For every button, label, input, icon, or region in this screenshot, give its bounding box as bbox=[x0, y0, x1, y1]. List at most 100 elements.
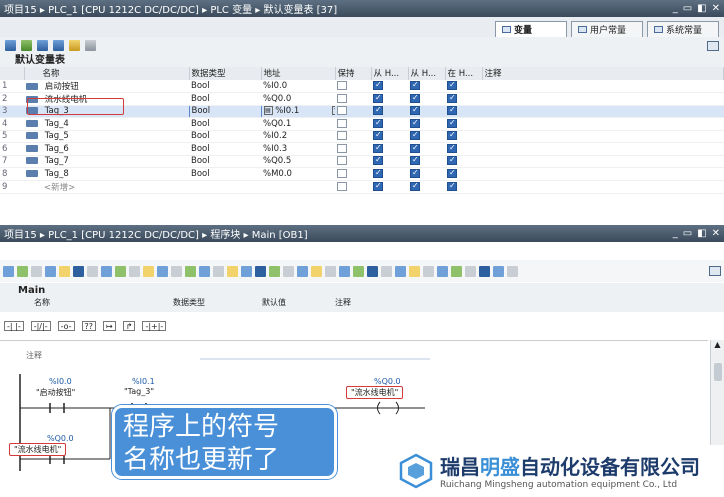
editor-tool-icon[interactable] bbox=[283, 265, 294, 277]
editor-tool-icon[interactable] bbox=[381, 265, 392, 277]
editor-tool-icon[interactable] bbox=[101, 265, 112, 277]
minimize-icon[interactable]: _ bbox=[673, 3, 678, 14]
tag-comment[interactable] bbox=[482, 105, 724, 118]
tag-data-type[interactable]: Bool bbox=[189, 117, 261, 131]
col-comment[interactable]: 注释 bbox=[482, 67, 724, 80]
tag-comment[interactable] bbox=[482, 167, 724, 181]
tag-comment[interactable] bbox=[482, 142, 724, 156]
editor-tool-icon[interactable] bbox=[17, 265, 28, 277]
empty-box-button[interactable]: ?? bbox=[81, 321, 97, 331]
tag-name[interactable]: <新增> bbox=[40, 183, 75, 193]
in-hmi-checkbox[interactable] bbox=[447, 105, 457, 116]
insert-row-icon[interactable] bbox=[21, 40, 32, 51]
tag-name[interactable]: Tag_7 bbox=[41, 156, 69, 166]
type-dropdown-icon[interactable]: ▤ bbox=[263, 106, 273, 116]
retain-checkbox[interactable] bbox=[337, 168, 347, 178]
iface-col-comment[interactable]: 注释 bbox=[335, 297, 351, 308]
tag-comment[interactable] bbox=[482, 180, 724, 194]
coil-symbol[interactable]: "流水线电机" bbox=[346, 386, 404, 399]
col-address[interactable]: 地址 bbox=[261, 67, 336, 80]
tag-address[interactable]: %M0.0 bbox=[263, 169, 292, 179]
retain-checkbox[interactable] bbox=[337, 131, 347, 141]
tag-address[interactable]: %Q0.1 bbox=[263, 119, 291, 129]
from-hmi-checkbox[interactable] bbox=[373, 130, 383, 141]
from-hmi-checkbox[interactable] bbox=[373, 155, 383, 166]
editor-tool-icon[interactable] bbox=[367, 265, 378, 277]
retain-checkbox[interactable] bbox=[337, 181, 347, 191]
tag-name[interactable]: Tag_8 bbox=[41, 169, 69, 179]
editor-tool-icon[interactable] bbox=[507, 265, 518, 277]
close-branch-button[interactable]: ↱ bbox=[122, 321, 136, 331]
tag-name[interactable]: Tag_5 bbox=[41, 131, 69, 141]
float-icon[interactable]: ◧ bbox=[697, 228, 706, 239]
tag-data-type[interactable]: Bool bbox=[189, 155, 261, 168]
tag-comment[interactable] bbox=[482, 117, 724, 131]
monitor-icon[interactable] bbox=[69, 40, 80, 51]
tag-data-type[interactable]: Bool bbox=[189, 92, 261, 106]
editor-tool-icon[interactable] bbox=[87, 265, 98, 277]
table-row[interactable]: 6 Tag_6 Bool %I0.3 bbox=[0, 142, 724, 156]
contact-1-symbol[interactable]: "启动按钮" bbox=[36, 387, 75, 398]
editor-tool-icon[interactable] bbox=[437, 265, 448, 277]
table-row[interactable]: 1 启动按钮 Bool %I0.0 bbox=[0, 79, 724, 93]
editor-tool-icon[interactable] bbox=[73, 265, 84, 277]
in-hmi-checkbox[interactable] bbox=[447, 155, 457, 166]
in-hmi-checkbox[interactable] bbox=[447, 168, 457, 178]
tag-comment[interactable] bbox=[482, 79, 724, 93]
tag-address[interactable]: %I0.2 bbox=[263, 131, 287, 141]
table-row[interactable]: 5 Tag_5 Bool %I0.2 bbox=[0, 130, 724, 143]
tag-address[interactable]: %Q0.0 bbox=[263, 94, 291, 104]
retain-checkbox[interactable] bbox=[337, 156, 347, 166]
tag-address[interactable]: %I0.0 bbox=[263, 81, 287, 91]
in-hmi-checkbox[interactable] bbox=[447, 143, 457, 153]
from-hmi-checkbox[interactable] bbox=[410, 155, 420, 166]
panel-toggle-icon[interactable] bbox=[709, 266, 721, 276]
tab-system-constants[interactable]: 系统常量 bbox=[647, 21, 719, 37]
scroll-up-icon[interactable]: ▲ bbox=[711, 340, 724, 349]
tag-comment[interactable] bbox=[482, 155, 724, 168]
restore-icon[interactable]: ▭ bbox=[683, 3, 692, 14]
from-hmi-checkbox[interactable] bbox=[373, 168, 383, 178]
tag-data-type[interactable]: Bool bbox=[189, 130, 261, 143]
p-contact-button[interactable]: -|+|- bbox=[142, 321, 167, 331]
in-hmi-checkbox[interactable] bbox=[447, 181, 457, 191]
editor-tool-icon[interactable] bbox=[31, 265, 42, 277]
restore-icon[interactable]: ▭ bbox=[683, 228, 692, 239]
close-icon[interactable]: ✕ bbox=[712, 3, 720, 14]
from-hmi-checkbox[interactable] bbox=[373, 143, 383, 153]
editor-tool-icon[interactable] bbox=[339, 265, 350, 277]
editor-tool-icon[interactable] bbox=[395, 265, 406, 277]
from-hmi-checkbox[interactable] bbox=[410, 181, 420, 191]
contact-2-symbol[interactable]: "Tag_3" bbox=[124, 387, 154, 396]
editor-tool-icon[interactable] bbox=[171, 265, 182, 277]
scroll-thumb[interactable] bbox=[713, 363, 722, 381]
editor-tool-icon[interactable] bbox=[129, 265, 140, 277]
editor-tool-icon[interactable] bbox=[185, 265, 196, 277]
from-hmi-checkbox[interactable] bbox=[373, 93, 383, 103]
iface-col-name[interactable]: 名称 bbox=[34, 297, 50, 308]
editor-tool-icon[interactable] bbox=[157, 265, 168, 277]
from-hmi-checkbox[interactable] bbox=[410, 105, 420, 116]
from-hmi-checkbox[interactable] bbox=[410, 130, 420, 141]
tab-user-constants[interactable]: 用户常量 bbox=[571, 21, 643, 37]
editor-tool-icon[interactable] bbox=[199, 265, 210, 277]
open-branch-button[interactable]: ↦ bbox=[103, 321, 116, 331]
editor-tool-icon[interactable] bbox=[479, 265, 490, 277]
float-icon[interactable]: ◧ bbox=[697, 3, 706, 14]
tag-data-type[interactable] bbox=[189, 180, 261, 194]
editor-tool-icon[interactable] bbox=[269, 265, 280, 277]
retain-checkbox[interactable] bbox=[337, 93, 347, 103]
retain-checkbox[interactable] bbox=[337, 106, 347, 116]
editor-tool-icon[interactable] bbox=[241, 265, 252, 277]
nc-contact-button[interactable]: -|/|- bbox=[30, 321, 51, 331]
tag-address[interactable]: %I0.3 bbox=[263, 144, 287, 154]
address-dropdown-icon[interactable]: ▼ bbox=[332, 106, 335, 116]
import-icon[interactable] bbox=[53, 40, 64, 51]
no-contact-button[interactable]: -| |- bbox=[4, 321, 24, 331]
editor-tool-icon[interactable] bbox=[143, 265, 154, 277]
in-hmi-checkbox[interactable] bbox=[447, 93, 457, 103]
close-icon[interactable]: ✕ bbox=[712, 228, 720, 239]
table-row[interactable]: 9 <新增> bbox=[0, 180, 724, 194]
iface-col-default[interactable]: 默认值 bbox=[262, 297, 286, 308]
from-hmi-checkbox[interactable] bbox=[410, 118, 420, 128]
